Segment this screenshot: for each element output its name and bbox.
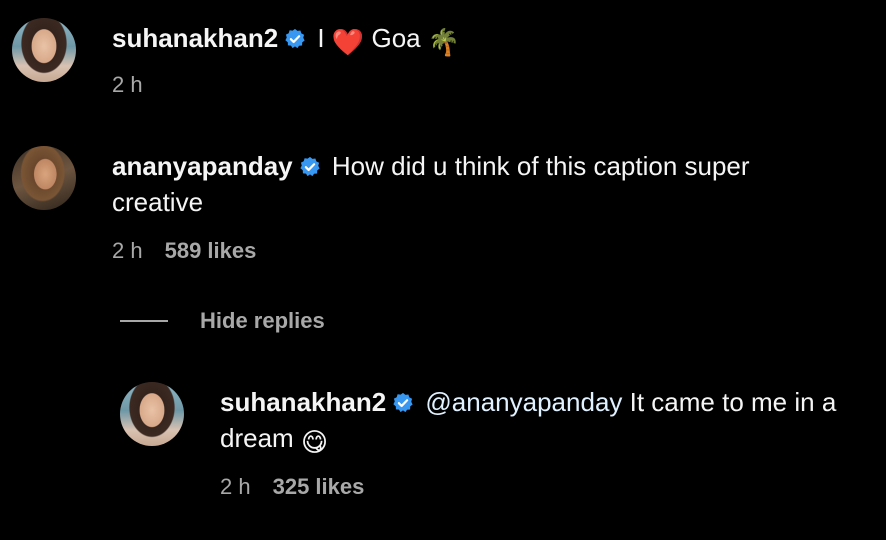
verified-badge-icon bbox=[285, 28, 305, 49]
reply-text: It came to me in a bbox=[629, 387, 837, 417]
hide-replies-button[interactable]: Hide replies bbox=[120, 306, 325, 336]
username[interactable]: ananyapanday bbox=[112, 151, 293, 181]
yum-face-icon: 😋 bbox=[300, 427, 329, 457]
palm-tree-icon: 🌴 bbox=[427, 27, 461, 57]
likes-count[interactable]: 589 likes bbox=[165, 238, 257, 263]
reply-meta: 2 h 325 likes bbox=[220, 474, 364, 500]
comment-text: How did u think of this caption super bbox=[331, 151, 750, 181]
heart-icon: ❤️ bbox=[331, 27, 365, 57]
reply-text-continued: dream 😋 bbox=[220, 420, 328, 460]
reply-body: suhanakhan2 @ananyapanday It came to me … bbox=[220, 384, 836, 420]
avatar[interactable] bbox=[12, 146, 76, 210]
comment-body: ananyapanday How did u think of this cap… bbox=[112, 148, 750, 184]
comment-text-continued: creative bbox=[112, 187, 204, 217]
avatar[interactable] bbox=[12, 18, 76, 82]
verified-badge-icon bbox=[300, 156, 320, 177]
verified-badge-icon bbox=[393, 392, 413, 413]
comment-body: suhanakhan2 I ❤️ Goa 🌴 bbox=[112, 20, 460, 60]
divider bbox=[120, 320, 168, 322]
username[interactable]: suhanakhan2 bbox=[112, 23, 278, 53]
mention-link[interactable]: @ananyapanday bbox=[425, 387, 622, 417]
likes-count[interactable]: 325 likes bbox=[273, 474, 365, 499]
timestamp[interactable]: 2 h bbox=[220, 474, 251, 499]
comment-meta: 2 h 589 likes bbox=[112, 238, 256, 264]
hide-replies-label: Hide replies bbox=[200, 308, 325, 333]
comment-meta: 2 h bbox=[112, 72, 143, 98]
timestamp[interactable]: 2 h bbox=[112, 238, 143, 263]
comment-text: I bbox=[317, 23, 325, 53]
reply-text-end: dream bbox=[220, 423, 294, 453]
comment-text-end: Goa bbox=[371, 23, 421, 53]
username[interactable]: suhanakhan2 bbox=[220, 387, 386, 417]
avatar[interactable] bbox=[120, 382, 184, 446]
timestamp[interactable]: 2 h bbox=[112, 72, 143, 97]
